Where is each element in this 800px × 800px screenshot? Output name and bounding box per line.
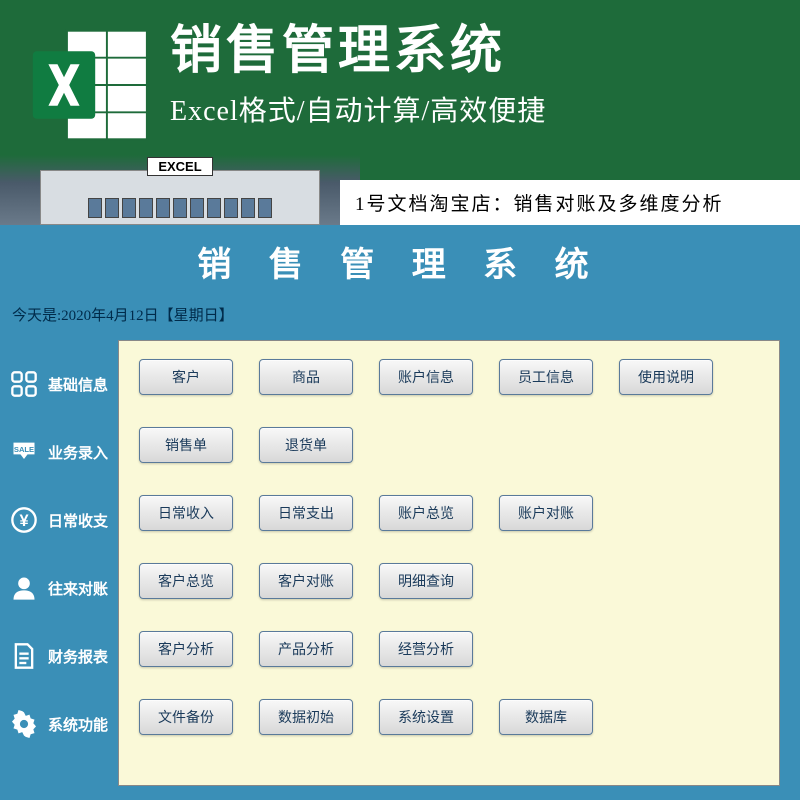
sidebar-item-label: 业务录入 (48, 442, 108, 463)
app-area: 销 售 管 理 系 统 今天是:2020年4月12日【星期日】 基础信息 (0, 225, 800, 800)
customer-button[interactable]: 客户 (139, 359, 233, 395)
person-icon (8, 572, 40, 604)
customer-analysis-button[interactable]: 客户分析 (139, 631, 233, 667)
sidebar-item-label: 基础信息 (48, 374, 108, 395)
sidebar: 基础信息 SALE 业务录入 ¥ (0, 340, 118, 786)
svg-text:¥: ¥ (19, 512, 29, 530)
sidebar-item-system[interactable]: 系统功能 (0, 690, 118, 758)
detail-query-button[interactable]: 明细查询 (379, 563, 473, 599)
shop-info-strip: 1号文档淘宝店：销售对账及多维度分析 (340, 180, 800, 225)
shop-info-text: 1号文档淘宝店：销售对账及多维度分析 (355, 189, 724, 216)
yen-circle-icon: ¥ (8, 504, 40, 536)
return-order-button[interactable]: 退货单 (259, 427, 353, 463)
date-line: 今天是:2020年4月12日【星期日】 (0, 304, 800, 325)
customer-overview-button[interactable]: 客户总览 (139, 563, 233, 599)
account-overview-button[interactable]: 账户总览 (379, 495, 473, 531)
app-title: 销 售 管 理 系 统 (0, 237, 800, 286)
backup-button[interactable]: 文件备份 (139, 699, 233, 735)
system-settings-button[interactable]: 系统设置 (379, 699, 473, 735)
button-row-basic: 客户 商品 账户信息 员工信息 使用说明 (139, 359, 759, 395)
sidebar-item-label: 系统功能 (48, 714, 108, 735)
gear-icon (8, 708, 40, 740)
building-illustration: EXCEL (0, 155, 360, 225)
sub-title: Excel格式/自动计算/高效便捷 (170, 89, 800, 129)
sidebar-item-label: 日常收支 (48, 510, 108, 531)
excel-icon (25, 20, 155, 150)
account-reconcile-button[interactable]: 账户对账 (499, 495, 593, 531)
main-panel: 基础信息 SALE 业务录入 ¥ (0, 340, 800, 786)
button-row-system: 文件备份 数据初始 系统设置 数据库 (139, 699, 759, 735)
product-analysis-button[interactable]: 产品分析 (259, 631, 353, 667)
sidebar-item-financial-report[interactable]: 财务报表 (0, 622, 118, 690)
product-button[interactable]: 商品 (259, 359, 353, 395)
account-info-button[interactable]: 账户信息 (379, 359, 473, 395)
sale-tag-icon: SALE (8, 436, 40, 468)
daily-income-button[interactable]: 日常收入 (139, 495, 233, 531)
daily-expense-button[interactable]: 日常支出 (259, 495, 353, 531)
sales-order-button[interactable]: 销售单 (139, 427, 233, 463)
employee-info-button[interactable]: 员工信息 (499, 359, 593, 395)
sidebar-item-reconciliation[interactable]: 往来对账 (0, 554, 118, 622)
button-row-report: 客户分析 产品分析 经营分析 (139, 631, 759, 667)
database-button[interactable]: 数据库 (499, 699, 593, 735)
building-sign: EXCEL (147, 157, 212, 176)
sidebar-item-business-entry[interactable]: SALE 业务录入 (0, 418, 118, 486)
sidebar-item-label: 往来对账 (48, 578, 108, 599)
button-row-reconcile: 客户总览 客户对账 明细查询 (139, 563, 759, 599)
header-banner: 销售管理系统 Excel格式/自动计算/高效便捷 EXCEL 1号文档淘宝店：销… (0, 0, 800, 225)
button-row-business: 销售单 退货单 (139, 427, 759, 463)
instructions-button[interactable]: 使用说明 (619, 359, 713, 395)
button-row-daily: 日常收入 日常支出 账户总览 账户对账 (139, 495, 759, 531)
svg-text:SALE: SALE (14, 445, 34, 454)
main-title: 销售管理系统 (170, 8, 800, 83)
business-analysis-button[interactable]: 经营分析 (379, 631, 473, 667)
content-panel: 客户 商品 账户信息 员工信息 使用说明 销售单 退货单 日常收入 日常支出 账… (118, 340, 780, 786)
customer-reconcile-button[interactable]: 客户对账 (259, 563, 353, 599)
sidebar-item-daily-finance[interactable]: ¥ 日常收支 (0, 486, 118, 554)
document-icon (8, 640, 40, 672)
sidebar-item-basic-info[interactable]: 基础信息 (0, 350, 118, 418)
grid-icon (8, 368, 40, 400)
sidebar-item-label: 财务报表 (48, 646, 108, 667)
data-init-button[interactable]: 数据初始 (259, 699, 353, 735)
